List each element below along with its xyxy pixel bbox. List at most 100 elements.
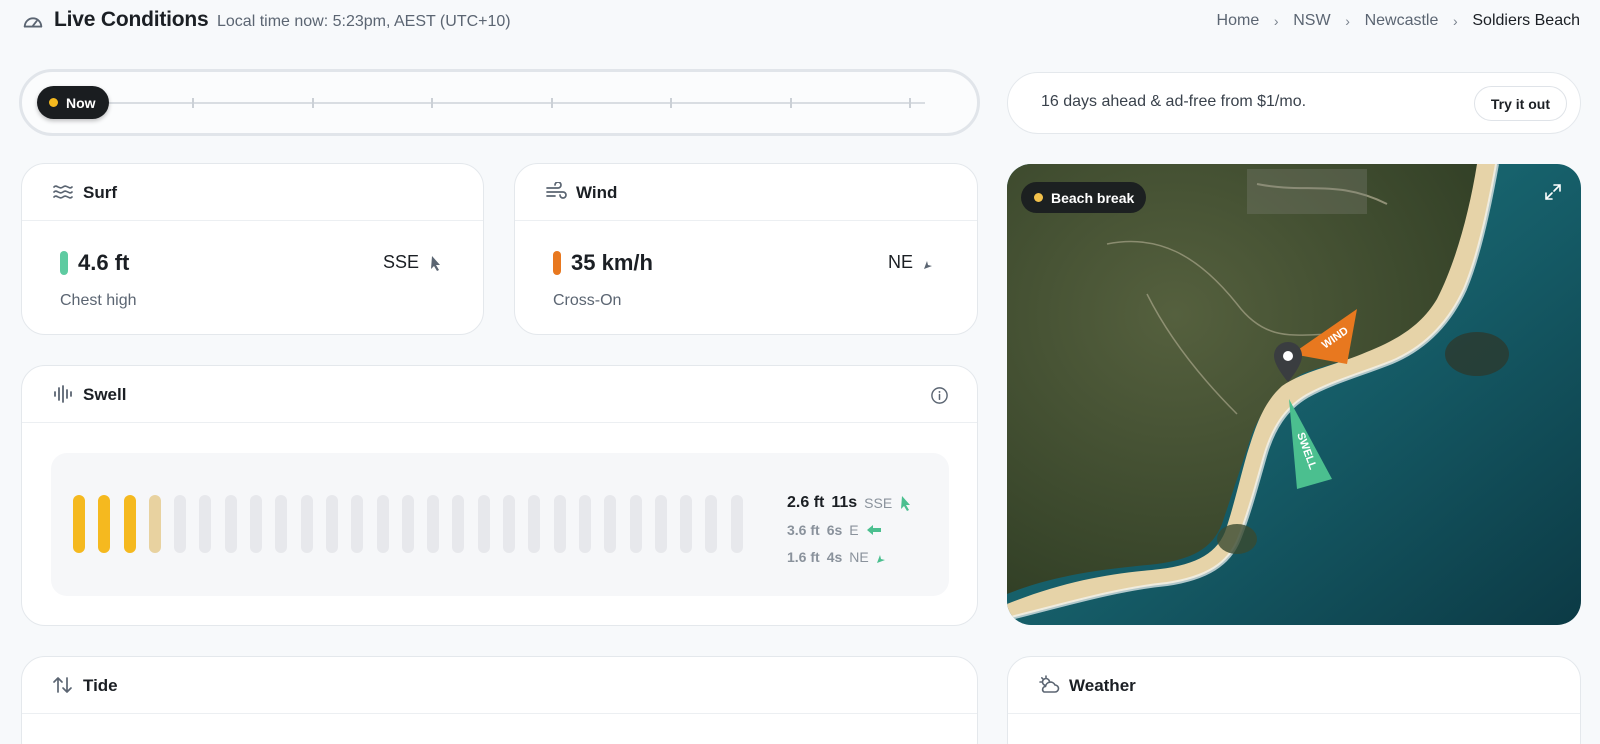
swell-energy-bar (174, 495, 187, 553)
swell-energy-bar (705, 495, 718, 553)
wind-description: Cross-On (553, 292, 622, 309)
promo-text: 16 days ahead & ad-free from $1/mo. (1041, 93, 1307, 110)
timeline-tick[interactable] (789, 98, 792, 108)
break-type-label: Beach break (1051, 189, 1135, 206)
swell-height: 3.6 ft (787, 521, 820, 538)
surf-description: Chest high (60, 292, 137, 309)
swell-energy-bar (427, 495, 440, 553)
timeline-tick[interactable] (909, 98, 911, 108)
wind-card: Wind 35 km/h Cross-On NE (514, 163, 978, 335)
try-it-out-button[interactable]: Try it out (1473, 86, 1567, 121)
direction-arrow-icon (431, 255, 440, 271)
swell-components: 2.6 ft 11s SSE 3.6 ft 6s E 1.6 ft 4s NE (787, 489, 913, 570)
forecast-timeline[interactable]: Now (19, 69, 980, 136)
surf-card-header: Surf (22, 164, 483, 221)
wind-speed: 35 km/h (553, 250, 653, 276)
gauge-icon (23, 17, 43, 28)
swell-energy-bar (452, 495, 465, 553)
swell-energy-bar (148, 495, 161, 553)
weather-title: Weather (1069, 676, 1136, 695)
wind-direction: NE (888, 252, 937, 273)
swell-card: Swell 2.6 ft 11s SSE 3.6 ft 6s E 1.6 ft … (21, 365, 978, 626)
now-label: Now (66, 94, 96, 111)
swell-energy-bar (654, 495, 667, 553)
now-dot-icon (49, 98, 58, 107)
timeline-tick[interactable] (670, 98, 672, 108)
swell-energy-bar (604, 495, 617, 553)
break-dot-icon (1034, 193, 1043, 202)
direction-arrow-icon (924, 257, 935, 269)
timeline-tick[interactable] (192, 98, 194, 108)
surf-level-bar (60, 251, 68, 275)
swell-energy-bar (300, 495, 313, 553)
swell-energy-bar (376, 495, 389, 553)
swell-energy-bar (477, 495, 490, 553)
weather-card-header: Weather (1008, 657, 1580, 714)
chevron-right-icon: › (1345, 13, 1350, 29)
direction-arrow-icon (901, 495, 911, 511)
wind-speed-value: 35 km/h (571, 250, 653, 275)
wind-icon (546, 182, 567, 199)
up-down-arrows-icon (53, 677, 72, 693)
breadcrumb-home[interactable]: Home (1217, 12, 1260, 30)
tide-card-header: Tide (22, 657, 977, 714)
surf-direction: SSE (383, 252, 443, 273)
swell-energy-bar (250, 495, 263, 553)
wind-title: Wind (576, 183, 618, 202)
swell-period: 6s (826, 521, 843, 538)
breadcrumb-current: Soldiers Beach (1472, 12, 1580, 29)
swell-energy-bar (503, 495, 516, 553)
breadcrumb-newcastle[interactable]: Newcastle (1365, 12, 1439, 30)
swell-energy-bars (73, 495, 743, 553)
waves-icon (53, 185, 73, 199)
swell-energy-bar (401, 495, 414, 553)
timeline-tick[interactable] (431, 98, 433, 108)
swell-energy-bar (351, 495, 364, 553)
swell-period: 4s (826, 548, 843, 565)
tide-title: Tide (83, 676, 118, 695)
swell-component-tertiary: 1.6 ft 4s NE (787, 543, 913, 570)
swell-energy-bar (730, 495, 743, 553)
swell-energy-bar (73, 495, 85, 553)
surf-direction-label: SSE (382, 252, 419, 272)
promo-banner: 16 days ahead & ad-free from $1/mo. Try … (1007, 72, 1581, 134)
chevron-right-icon: › (1453, 13, 1458, 29)
swell-component-secondary: 3.6 ft 6s E (787, 516, 913, 543)
timeline-tick[interactable] (550, 98, 553, 108)
wind-card-header: Wind (515, 164, 977, 221)
timeline-track[interactable] (102, 102, 925, 104)
swell-direction: E (849, 521, 859, 538)
breadcrumb: Home › NSW › Newcastle › Soldiers Beach (1217, 12, 1580, 30)
swell-energy-bar (325, 495, 338, 553)
info-icon[interactable] (930, 386, 949, 405)
break-type-badge: Beach break (1021, 182, 1147, 213)
swell-energy-bar (680, 495, 693, 553)
surf-height: 4.6 ft (60, 250, 129, 276)
local-time: Local time now: 5:23pm, AEST (UTC+10) (217, 13, 511, 30)
surf-card: Surf 4.6 ft Chest high SSE (21, 163, 484, 335)
partly-cloudy-icon (1039, 675, 1060, 693)
surf-height-value: 4.6 ft (78, 250, 130, 275)
now-handle[interactable]: Now (37, 86, 109, 119)
chevron-right-icon: › (1273, 13, 1279, 29)
swell-direction: SSE (864, 494, 893, 511)
breadcrumb-nsw[interactable]: NSW (1293, 12, 1330, 30)
swell-height: 1.6 ft (787, 548, 820, 565)
wind-direction-label: NE (887, 252, 913, 272)
swell-height: 2.6 ft (787, 493, 825, 511)
satellite-image: WIND SWELL (1007, 164, 1581, 625)
swell-period: 11s (831, 493, 858, 511)
timeline-tick[interactable] (311, 98, 314, 108)
swell-card-header: Swell (22, 366, 977, 423)
surf-title: Surf (83, 183, 117, 202)
swell-energy-bar (123, 495, 136, 553)
swell-title: Swell (83, 385, 127, 404)
swell-energy-bar (629, 495, 642, 553)
swell-panel: 2.6 ft 11s SSE 3.6 ft 6s E 1.6 ft 4s NE (51, 453, 949, 596)
beach-map[interactable]: WIND SWELL Beach break (1007, 164, 1581, 625)
swell-energy-bar (528, 495, 541, 553)
swell-energy-bar (199, 495, 212, 553)
swell-energy-bar (224, 495, 237, 553)
expand-icon[interactable] (1543, 182, 1563, 202)
swell-component-primary: 2.6 ft 11s SSE (787, 489, 913, 516)
